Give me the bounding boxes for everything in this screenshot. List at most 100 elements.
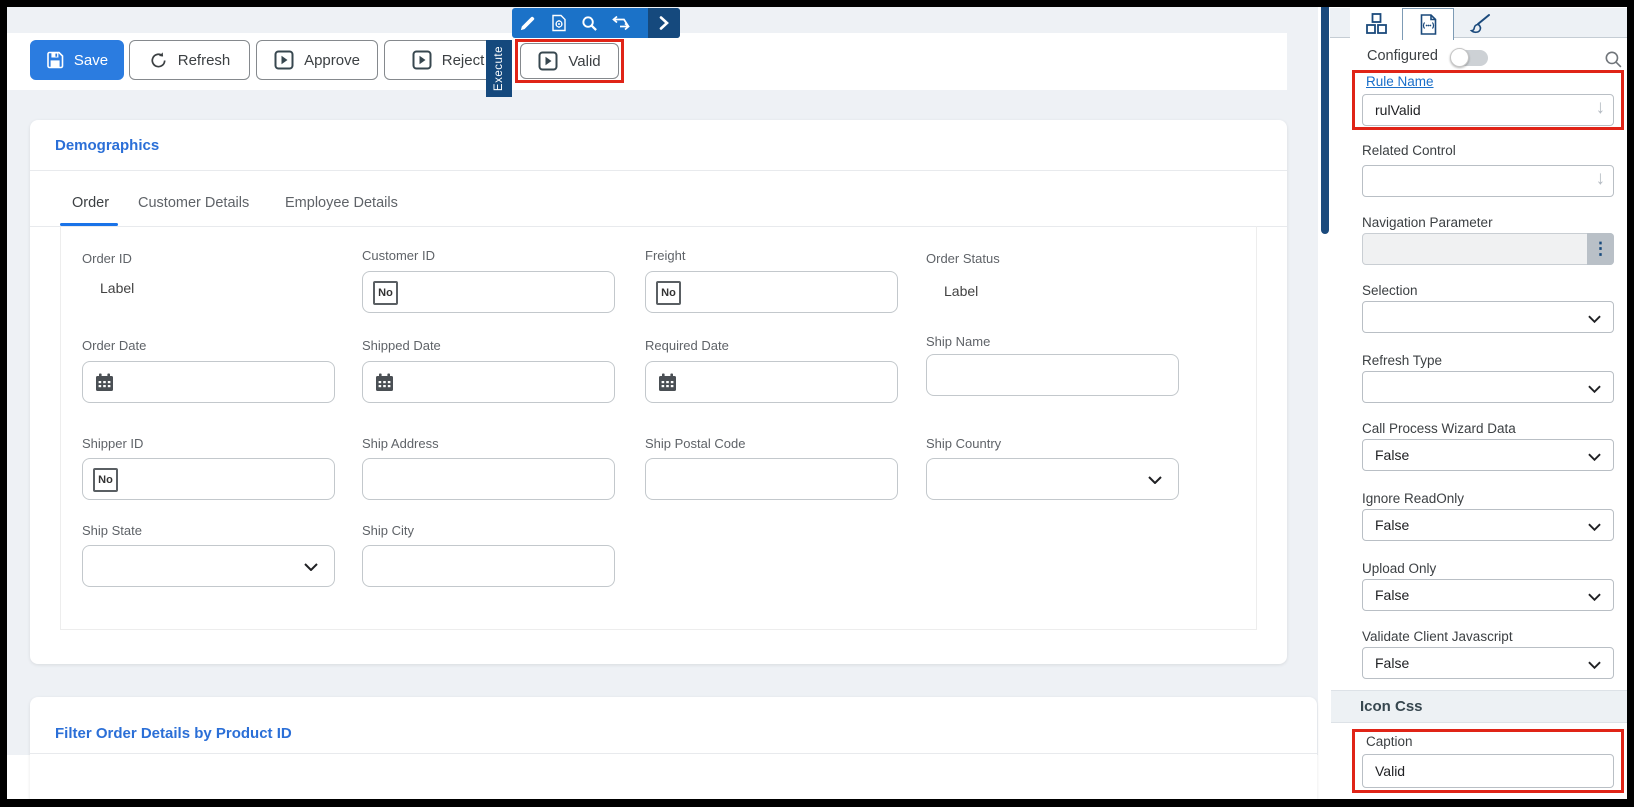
app-window: Save Refresh Approve Reject Valid Execut… xyxy=(0,0,1634,807)
customer-id-input[interactable]: No xyxy=(362,271,615,313)
validate-client-javascript-label: Validate Client Javascript xyxy=(1362,629,1513,644)
search-icon[interactable] xyxy=(574,8,605,38)
upload-only-label: Upload Only xyxy=(1362,561,1437,576)
save-label: Save xyxy=(73,51,109,69)
divider xyxy=(30,753,1317,754)
chevron-down-icon xyxy=(1148,476,1162,484)
call-process-wizard-data-label: Call Process Wizard Data xyxy=(1362,421,1516,436)
shipped-date-input[interactable] xyxy=(362,361,615,403)
number-type-badge: No xyxy=(656,281,681,305)
calendar-icon xyxy=(96,373,113,391)
order-date-input[interactable] xyxy=(82,361,335,403)
tab-control-style[interactable] xyxy=(1454,8,1506,39)
refresh-label: Refresh xyxy=(177,51,231,69)
execute-tab-label: Execute xyxy=(493,45,505,92)
section-title: Demographics xyxy=(55,137,160,154)
paintbrush-icon xyxy=(1469,13,1490,33)
upload-only-value: False xyxy=(1375,587,1410,603)
ship-name-input[interactable] xyxy=(926,354,1179,396)
upload-only-select[interactable]: False xyxy=(1362,579,1614,611)
freight-input[interactable]: No xyxy=(645,271,898,313)
calendar-icon xyxy=(659,373,676,391)
tab-order[interactable]: Order xyxy=(72,195,109,211)
navigation-parameter-label: Navigation Parameter xyxy=(1362,215,1493,230)
panel-search-icon[interactable] xyxy=(1604,50,1623,69)
related-control-label: Related Control xyxy=(1362,143,1456,158)
document-gear-icon[interactable] xyxy=(543,8,574,38)
validate-client-javascript-value: False xyxy=(1375,655,1410,671)
window-frame xyxy=(1627,0,1634,807)
refresh-button[interactable]: Refresh xyxy=(129,40,250,80)
number-type-badge: No xyxy=(373,281,398,305)
ignore-readonly-value: False xyxy=(1375,517,1410,533)
ship-state-select[interactable] xyxy=(82,545,335,587)
icon-css-section-header: Icon Css xyxy=(1331,690,1627,723)
chevron-down-icon xyxy=(1588,385,1601,393)
shipper-id-input[interactable]: No xyxy=(82,458,335,500)
rule-name-highlight xyxy=(1352,70,1624,130)
ship-address-input[interactable] xyxy=(362,458,615,500)
ship-city-input[interactable] xyxy=(362,545,615,587)
chevron-right-icon[interactable] xyxy=(648,8,680,38)
tab-control-properties[interactable] xyxy=(1402,8,1454,40)
execute-tab[interactable]: Execute xyxy=(486,40,512,97)
lookup-arrow-icon: ↓ xyxy=(1595,168,1606,189)
save-button[interactable]: Save xyxy=(30,40,124,80)
required-date-input[interactable] xyxy=(645,361,898,403)
field-label-freight: Freight xyxy=(645,248,686,263)
field-value-order-status: Label xyxy=(944,283,979,299)
related-control-input[interactable]: ↓ xyxy=(1362,165,1614,197)
approve-label: Approve xyxy=(304,51,360,69)
valid-button-highlight: Valid xyxy=(515,39,624,83)
ignore-readonly-label: Ignore ReadOnly xyxy=(1362,491,1465,506)
navigation-parameter-input[interactable]: ⋮ xyxy=(1362,233,1614,265)
chevron-down-icon xyxy=(304,563,318,571)
selection-select[interactable] xyxy=(1362,301,1614,333)
field-label-customer-id: Customer ID xyxy=(362,248,435,263)
configured-label: Configured xyxy=(1367,48,1438,64)
tab-customer-details[interactable]: Customer Details xyxy=(138,195,249,211)
valid-button[interactable]: Valid xyxy=(520,43,619,79)
divider xyxy=(30,170,1287,171)
field-label-ship-postal-code: Ship Postal Code xyxy=(645,436,746,451)
ship-country-select[interactable] xyxy=(926,458,1179,500)
approve-button[interactable]: Approve xyxy=(256,40,378,80)
caption-highlight xyxy=(1352,729,1624,793)
reject-label: Reject xyxy=(441,51,485,69)
call-process-wizard-data-select[interactable]: False xyxy=(1362,439,1614,471)
filter-order-details-section: Filter Order Details by Product ID xyxy=(30,697,1317,800)
section-title: Filter Order Details by Product ID xyxy=(55,725,292,742)
configured-toggle[interactable] xyxy=(1450,48,1488,67)
ship-postal-code-input[interactable] xyxy=(645,458,898,500)
field-label-ship-address: Ship Address xyxy=(362,436,439,451)
refresh-icon xyxy=(151,51,166,67)
selection-label: Selection xyxy=(1362,283,1418,298)
tab-employee-details[interactable]: Employee Details xyxy=(285,195,398,211)
ellipsis-button[interactable]: ⋮ xyxy=(1587,233,1614,265)
tab-control-hierarchy[interactable] xyxy=(1350,8,1402,39)
field-value-order-id: Label xyxy=(100,280,135,296)
refresh-type-select[interactable] xyxy=(1362,371,1614,403)
demographics-section: Demographics Order Customer Details Empl… xyxy=(30,120,1287,664)
number-type-badge: No xyxy=(93,468,118,492)
chevron-down-icon xyxy=(1588,453,1601,461)
field-label-ship-state: Ship State xyxy=(82,523,142,538)
code-document-icon xyxy=(1420,14,1436,35)
refresh-type-label: Refresh Type xyxy=(1362,353,1443,368)
swap-arrows-icon[interactable] xyxy=(605,8,636,38)
field-label-order-status: Order Status xyxy=(926,251,1000,266)
field-label-ship-name: Ship Name xyxy=(926,334,991,349)
chevron-down-icon xyxy=(1588,315,1601,323)
designer-mini-toolbar xyxy=(512,8,680,38)
vertical-scrollbar-thumb[interactable] xyxy=(1321,7,1329,234)
window-frame xyxy=(0,0,1634,7)
edit-pencil-icon[interactable] xyxy=(512,8,543,38)
field-label-ship-city: Ship City xyxy=(362,523,415,538)
field-label-required-date: Required Date xyxy=(645,338,729,353)
toggle-knob xyxy=(1450,48,1469,67)
calendar-icon xyxy=(376,373,393,391)
field-label-shipper-id: Shipper ID xyxy=(82,436,144,451)
chevron-down-icon xyxy=(1588,593,1601,601)
ignore-readonly-select[interactable]: False xyxy=(1362,509,1614,541)
validate-client-javascript-select[interactable]: False xyxy=(1362,647,1614,679)
